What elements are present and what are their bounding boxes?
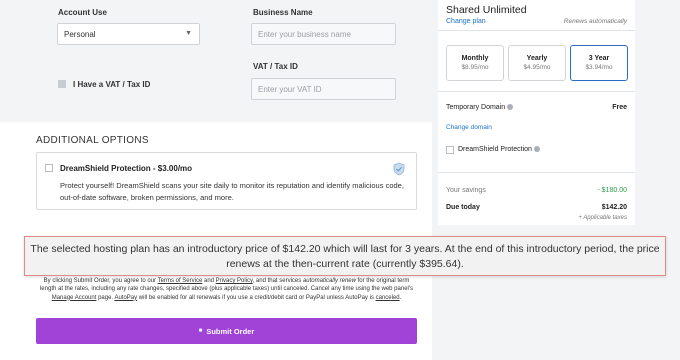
dreamshield-summary-checkbox[interactable] bbox=[446, 146, 454, 154]
term-option-3-year[interactable]: 3 Year $3.94/mo bbox=[570, 45, 628, 81]
order-summary-card: Shared Unlimited Change plan Renews auto… bbox=[438, 0, 635, 225]
info-icon[interactable] bbox=[507, 104, 514, 111]
dreamshield-summary-label: DreamShield Protection bbox=[458, 146, 540, 153]
term-option-monthly[interactable]: Monthly $8.95/mo bbox=[446, 45, 504, 81]
shield-icon bbox=[393, 162, 405, 176]
legal-text-part: . bbox=[399, 294, 402, 301]
vat-input[interactable]: Enter your VAT ID bbox=[251, 78, 396, 100]
dreamshield-summary-text: DreamShield Protection bbox=[458, 146, 532, 153]
info-icon[interactable] bbox=[533, 146, 540, 153]
term-price: $3.94/mo bbox=[585, 64, 613, 71]
additional-options-title: ADDITIONAL OPTIONS bbox=[36, 135, 149, 146]
term-option-yearly[interactable]: Yearly $4.95/mo bbox=[508, 45, 566, 81]
divider bbox=[438, 91, 635, 92]
term-name: Monthly bbox=[461, 55, 489, 62]
dreamshield-addon-title: DreamShield Protection - $3.00/mo bbox=[60, 164, 193, 173]
term-name: Yearly bbox=[526, 55, 548, 62]
account-use-label: Account Use bbox=[58, 8, 107, 17]
due-today-value: $142.20 bbox=[601, 204, 627, 211]
savings-value: - $180.00 bbox=[597, 187, 627, 194]
terms-of-service-link[interactable]: Terms of Service bbox=[158, 278, 203, 284]
dreamshield-addon-card[interactable]: DreamShield Protection - $3.00/mo Protec… bbox=[36, 152, 417, 210]
submit-order-label: Submit Order bbox=[206, 326, 255, 336]
divider bbox=[438, 172, 635, 173]
dreamshield-addon-description: Protect yourself! DreamShield scans your… bbox=[60, 181, 404, 202]
account-use-value: Personal bbox=[64, 29, 96, 39]
vat-checkbox-label: I Have a VAT / Tax ID bbox=[73, 80, 151, 89]
vat-checkbox[interactable] bbox=[58, 80, 66, 88]
term-price: $4.95/mo bbox=[523, 64, 551, 71]
legal-text-part: will be enabled for all renewals if you … bbox=[137, 294, 376, 301]
temporary-domain-text: Temporary Domain bbox=[446, 104, 506, 111]
dreamshield-addon-checkbox[interactable] bbox=[45, 164, 53, 172]
savings-label: Your savings bbox=[446, 187, 486, 194]
vat-label: VAT / Tax ID bbox=[253, 62, 298, 71]
legal-text-part: By clicking Submit Order, you agree to o… bbox=[43, 278, 158, 284]
account-info-section: Account Use Personal ▼ Business Name Ent… bbox=[0, 0, 432, 122]
canceled-link[interactable]: canceled bbox=[376, 295, 400, 301]
legal-text-part: , and that services bbox=[252, 278, 303, 284]
term-price: $8.95/mo bbox=[461, 64, 489, 71]
lock-icon: ■ bbox=[198, 328, 203, 334]
plan-name: Shared Unlimited bbox=[446, 4, 527, 16]
vat-placeholder: Enter your VAT ID bbox=[258, 84, 322, 94]
submit-order-button[interactable]: ■ Submit Order bbox=[36, 318, 417, 344]
auto-renew-text: automatically renew bbox=[302, 278, 356, 284]
business-name-label: Business Name bbox=[253, 8, 313, 17]
divider bbox=[438, 30, 635, 31]
autopay-link[interactable]: AutoPay bbox=[114, 295, 137, 301]
renews-automatically-text: Renews automatically bbox=[563, 18, 627, 25]
term-name: 3 Year bbox=[588, 55, 610, 62]
legal-text: By clicking Submit Order, you agree to o… bbox=[36, 277, 417, 302]
intro-price-caption: The selected hosting plan has an introdu… bbox=[24, 236, 666, 276]
due-today-label: Due today bbox=[446, 204, 480, 211]
checkout-form-panel: Account Use Personal ▼ Business Name Ent… bbox=[0, 0, 432, 360]
temporary-domain-value: Free bbox=[612, 104, 627, 111]
applicable-taxes-note: + Applicable taxes bbox=[578, 215, 627, 221]
business-name-placeholder: Enter your business name bbox=[258, 29, 351, 39]
privacy-policy-link[interactable]: Privacy Policy bbox=[216, 278, 253, 284]
manage-account-link[interactable]: Manage Account bbox=[52, 295, 97, 301]
legal-text-part: page. bbox=[96, 294, 115, 301]
temporary-domain-label: Temporary Domain bbox=[446, 104, 514, 111]
chevron-down-icon: ▼ bbox=[185, 30, 192, 37]
change-domain-link[interactable]: Change domain bbox=[446, 124, 492, 131]
business-name-input[interactable]: Enter your business name bbox=[251, 23, 396, 45]
change-plan-link[interactable]: Change plan bbox=[446, 18, 486, 25]
legal-text-part: and bbox=[202, 278, 216, 284]
account-use-select[interactable]: Personal ▼ bbox=[57, 23, 200, 45]
